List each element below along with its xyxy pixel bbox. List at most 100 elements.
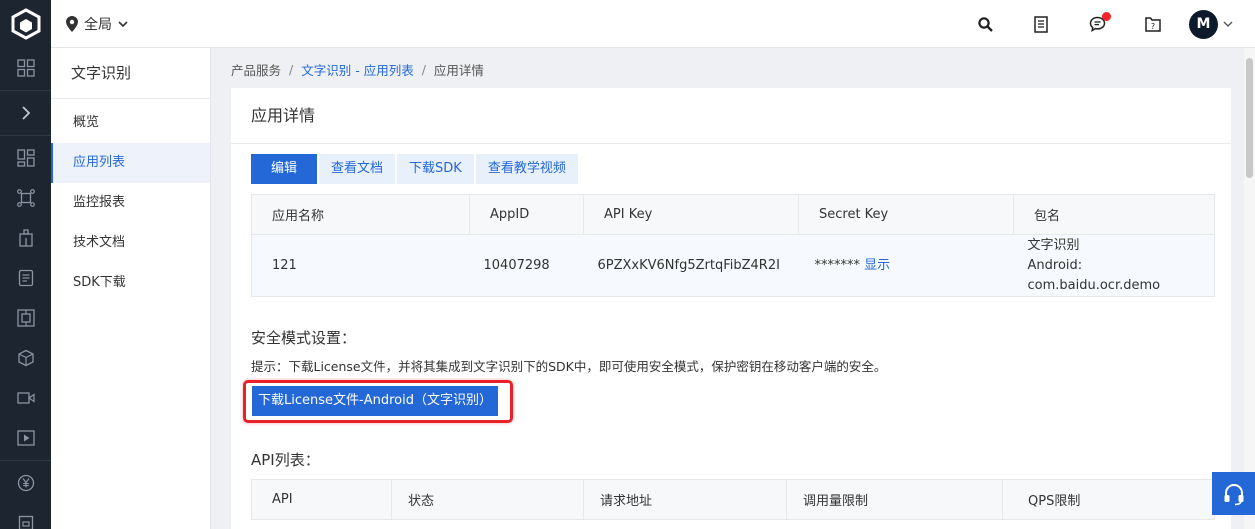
cube-icon bbox=[17, 349, 34, 367]
sidebar-item-app-list[interactable]: 应用列表 bbox=[51, 143, 210, 183]
column-header: API bbox=[251, 479, 392, 520]
table-header-row: 应用名称 AppID API Key Secret Key 包名 bbox=[251, 194, 1215, 235]
package-title: 文字识别 bbox=[1027, 237, 1080, 253]
view-docs-button[interactable]: 查看文档 bbox=[319, 154, 396, 184]
app-id-cell: 10407298 bbox=[469, 234, 584, 297]
table-header-row: API 状态 请求地址 调用量限制 QPS限制 bbox=[251, 479, 1215, 520]
app-name-cell: 121 bbox=[251, 234, 470, 297]
grid-icon bbox=[16, 59, 35, 77]
sidebar-item-tech-docs[interactable]: 技术文档 bbox=[51, 223, 210, 263]
page-scrollbar[interactable] bbox=[1244, 48, 1255, 529]
layers-icon bbox=[16, 309, 35, 327]
column-header: 应用名称 bbox=[251, 194, 470, 235]
action-buttons: 编辑 查看文档 下载SDK 查看教学视频 bbox=[251, 154, 578, 184]
column-header: 状态 bbox=[391, 479, 584, 520]
notification-dot bbox=[1102, 12, 1111, 21]
rail-video[interactable] bbox=[0, 378, 51, 418]
breadcrumb-app-list-link[interactable]: 文字识别 - 应用列表 bbox=[301, 60, 413, 79]
help-button[interactable]: ? bbox=[1125, 8, 1181, 40]
secret-key-masked: ******* bbox=[814, 257, 861, 273]
document-icon bbox=[1034, 15, 1048, 33]
column-header: API Key bbox=[583, 194, 799, 235]
api-key-cell: 6PZXxKV6Nfg5ZrtqFibZ4R2I bbox=[583, 234, 799, 297]
column-header: 包名 bbox=[1013, 194, 1215, 235]
region-selector[interactable]: 全局 bbox=[66, 13, 128, 35]
product-rail bbox=[0, 48, 51, 529]
breadcrumb: 产品服务 / 文字识别 - 应用列表 / 应用详情 bbox=[231, 60, 484, 78]
rail-doc[interactable] bbox=[0, 258, 51, 298]
help-icon: ? bbox=[1145, 17, 1161, 32]
yen-icon bbox=[17, 474, 34, 492]
rail-cube[interactable] bbox=[0, 338, 51, 378]
play-icon bbox=[16, 430, 35, 446]
api-list-table: API 状态 请求地址 调用量限制 QPS限制 bbox=[251, 479, 1215, 520]
location-pin-icon bbox=[66, 16, 78, 32]
document-button[interactable] bbox=[1013, 8, 1069, 40]
dashboard-icon bbox=[16, 149, 35, 167]
video-icon bbox=[16, 392, 35, 404]
rail-billing[interactable] bbox=[0, 463, 51, 503]
sidebar-item-monitoring[interactable]: 监控报表 bbox=[51, 183, 210, 223]
column-header: 请求地址 bbox=[583, 479, 787, 520]
show-secret-link[interactable]: 显示 bbox=[864, 258, 890, 273]
api-list-title: API列表： bbox=[251, 451, 320, 469]
column-header: 调用量限制 bbox=[786, 479, 1003, 520]
chevron-right-icon bbox=[21, 106, 30, 120]
page-title: 应用详情 bbox=[231, 88, 1231, 144]
sidebar-title: 文字识别 bbox=[51, 48, 210, 99]
download-sdk-button[interactable]: 下载SDK bbox=[397, 154, 474, 184]
user-menu[interactable]: M bbox=[1189, 9, 1233, 39]
breadcrumb-separator: / bbox=[289, 61, 294, 77]
customer-support-button[interactable] bbox=[1212, 472, 1255, 515]
rail-network[interactable] bbox=[0, 178, 51, 218]
app-detail-card: 应用详情 编辑 查看文档 下载SDK 查看教学视频 应用名称 AppID API… bbox=[231, 88, 1231, 529]
rail-play[interactable] bbox=[0, 418, 51, 458]
security-hint: 提示：下载License文件，并将其集成到文字识别下的SDK中，即可使用安全模式… bbox=[251, 359, 887, 374]
box-icon bbox=[18, 515, 33, 529]
rail-grid[interactable] bbox=[0, 48, 51, 88]
sidebar-item-overview[interactable]: 概览 bbox=[51, 103, 210, 143]
doc-icon bbox=[18, 269, 33, 287]
column-header: QPS限制 bbox=[1002, 479, 1215, 520]
region-label: 全局 bbox=[84, 17, 112, 33]
building-icon bbox=[18, 229, 33, 247]
rail-building[interactable] bbox=[0, 218, 51, 258]
secret-key-cell: ******* 显示 bbox=[798, 234, 1014, 297]
breadcrumb-root[interactable]: 产品服务 bbox=[231, 60, 281, 79]
avatar: M bbox=[1189, 9, 1218, 39]
package-value: Android: com.baidu.ocr.demo bbox=[1027, 257, 1161, 293]
breadcrumb-separator: / bbox=[421, 61, 426, 77]
chevron-down-icon bbox=[1223, 21, 1233, 27]
headset-icon bbox=[1224, 483, 1243, 505]
rail-expand[interactable] bbox=[0, 93, 51, 133]
sidebar-item-sdk-download[interactable]: SDK下载 bbox=[51, 263, 210, 303]
header-actions: ? M bbox=[957, 8, 1233, 40]
rail-layers[interactable] bbox=[0, 298, 51, 338]
download-license-button[interactable]: 下载License文件-Android（文字识别） bbox=[252, 386, 498, 416]
security-section-title: 安全模式设置： bbox=[251, 329, 357, 347]
network-icon bbox=[16, 189, 35, 207]
scrollbar-thumb[interactable] bbox=[1246, 58, 1253, 178]
chevron-down-icon bbox=[118, 20, 128, 27]
tutorial-video-button[interactable]: 查看教学视频 bbox=[475, 154, 578, 184]
table-row: 121 10407298 6PZXxKV6Nfg5ZrtqFibZ4R2I **… bbox=[251, 234, 1215, 297]
search-icon bbox=[977, 16, 993, 32]
column-header: Secret Key bbox=[798, 194, 1014, 235]
app-info-table: 应用名称 AppID API Key Secret Key 包名 121 104… bbox=[251, 194, 1215, 297]
search-button[interactable] bbox=[957, 8, 1013, 40]
rail-dashboard[interactable] bbox=[0, 138, 51, 178]
package-cell: 文字识别 Android: com.baidu.ocr.demo bbox=[1013, 234, 1215, 297]
logo[interactable] bbox=[0, 0, 51, 48]
rail-divider bbox=[0, 90, 51, 91]
rail-box[interactable] bbox=[0, 503, 51, 529]
column-header: AppID bbox=[469, 194, 584, 235]
svg-text:?: ? bbox=[1151, 22, 1155, 31]
top-bar: 全局 ? M bbox=[0, 0, 1255, 48]
rail-divider bbox=[0, 460, 51, 461]
secondary-sidebar: 文字识别 概览 应用列表 监控报表 技术文档 SDK下载 bbox=[51, 48, 211, 529]
rail-divider bbox=[0, 135, 51, 136]
message-button[interactable] bbox=[1069, 8, 1125, 40]
edit-button[interactable]: 编辑 bbox=[251, 154, 318, 184]
cube-logo-icon bbox=[11, 8, 40, 40]
breadcrumb-current: 应用详情 bbox=[433, 62, 484, 78]
